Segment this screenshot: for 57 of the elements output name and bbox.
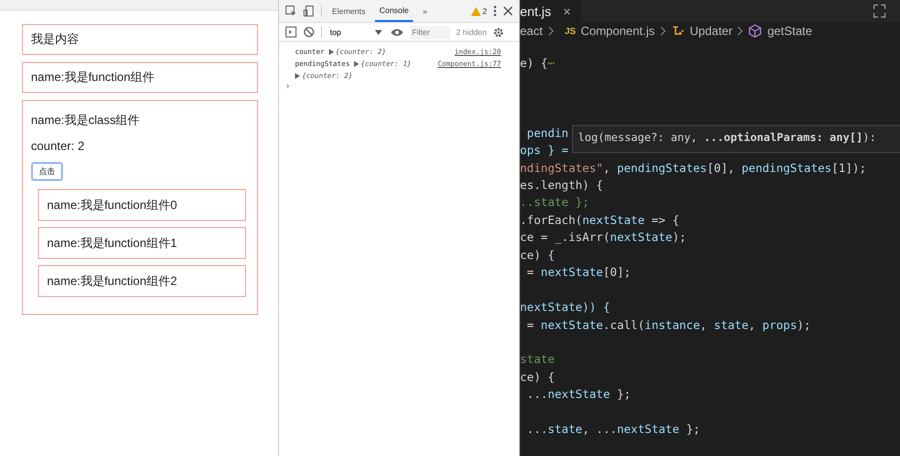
signature-tooltip: log(message?: any, ...optionalParams: any[]): xyxy=(572,124,900,153)
caret-icon xyxy=(375,30,382,34)
code-line: ce) { xyxy=(520,248,555,262)
code-line: = nextState[0]; xyxy=(526,265,631,280)
breadcrumb-item[interactable]: eact xyxy=(520,24,543,38)
devtools-tab[interactable]: Elements xyxy=(328,2,370,20)
more-menu-icon[interactable] xyxy=(493,5,497,17)
warning-count[interactable]: 2 xyxy=(470,6,487,16)
js-file-icon: JS xyxy=(564,26,576,36)
code-line: = nextState.call(instance, state, props); xyxy=(526,318,811,332)
component-text: name:我是function组件 xyxy=(31,69,154,86)
context-dropdown[interactable]: top xyxy=(328,28,384,36)
editor-tab[interactable]: ent.js × xyxy=(520,0,581,22)
component-text: name:我是function组件1 xyxy=(47,234,178,252)
code-line: ce = _.isArr(nextState); xyxy=(520,230,686,244)
code-line: .forEach(nextState => { xyxy=(520,212,680,227)
code-line: ..state }; xyxy=(520,195,590,210)
settings-icon[interactable] xyxy=(492,26,504,38)
hidden-count: 2 hidden xyxy=(456,28,487,36)
chevron-icon xyxy=(660,26,666,36)
console-prompt[interactable]: › xyxy=(285,82,519,92)
filter-field[interactable]: Filter xyxy=(410,26,450,38)
code-line: ndingStates", pendingStates[0], pendingStates[1]); xyxy=(520,160,866,175)
expand-icon xyxy=(354,61,359,67)
breadcrumb-item[interactable]: getState xyxy=(767,24,812,38)
code-line: ...nextState }; xyxy=(526,387,631,402)
chevron-icon xyxy=(737,26,744,36)
expand-icon xyxy=(295,73,300,79)
code-line: ...state, ...nextState }; xyxy=(526,422,700,436)
code-line: ce) { xyxy=(520,370,555,384)
component-text: 我是内容 xyxy=(31,31,79,48)
sidebar-toggle-icon[interactable] xyxy=(285,26,297,38)
device-icon[interactable] xyxy=(303,5,315,17)
chevron-icon xyxy=(548,26,554,36)
component-text: name:我是function组件0 xyxy=(47,196,178,214)
split-editor-icon[interactable] xyxy=(873,4,886,18)
expand-icon xyxy=(328,49,334,55)
close-tab-button[interactable]: × xyxy=(563,4,571,18)
close-icon[interactable] xyxy=(503,6,513,16)
more-tabs-button[interactable]: » xyxy=(418,2,432,20)
code-line: e) {⋯ xyxy=(520,56,555,70)
component-name: name:我是class组件 xyxy=(31,112,140,128)
click-button[interactable]: 点击 xyxy=(31,162,63,181)
code-line: nextState)) { xyxy=(520,300,610,314)
counter-text: counter: 2 xyxy=(31,138,84,155)
code-line: ops } = xyxy=(520,143,568,158)
code-line: es.length) { xyxy=(520,178,604,192)
breadcrumb-item[interactable]: Updater xyxy=(690,24,732,38)
cube-icon xyxy=(748,24,762,38)
inspect-icon[interactable] xyxy=(285,5,297,17)
code-line: pendin xyxy=(526,126,568,140)
clear-console-icon[interactable] xyxy=(303,26,315,38)
code-line: state xyxy=(520,352,555,366)
breadcrumb-item[interactable]: Component.js xyxy=(580,24,655,38)
eye-icon[interactable] xyxy=(390,28,404,36)
warning-icon xyxy=(470,6,481,16)
component-text: name:我是function组件2 xyxy=(47,272,178,290)
